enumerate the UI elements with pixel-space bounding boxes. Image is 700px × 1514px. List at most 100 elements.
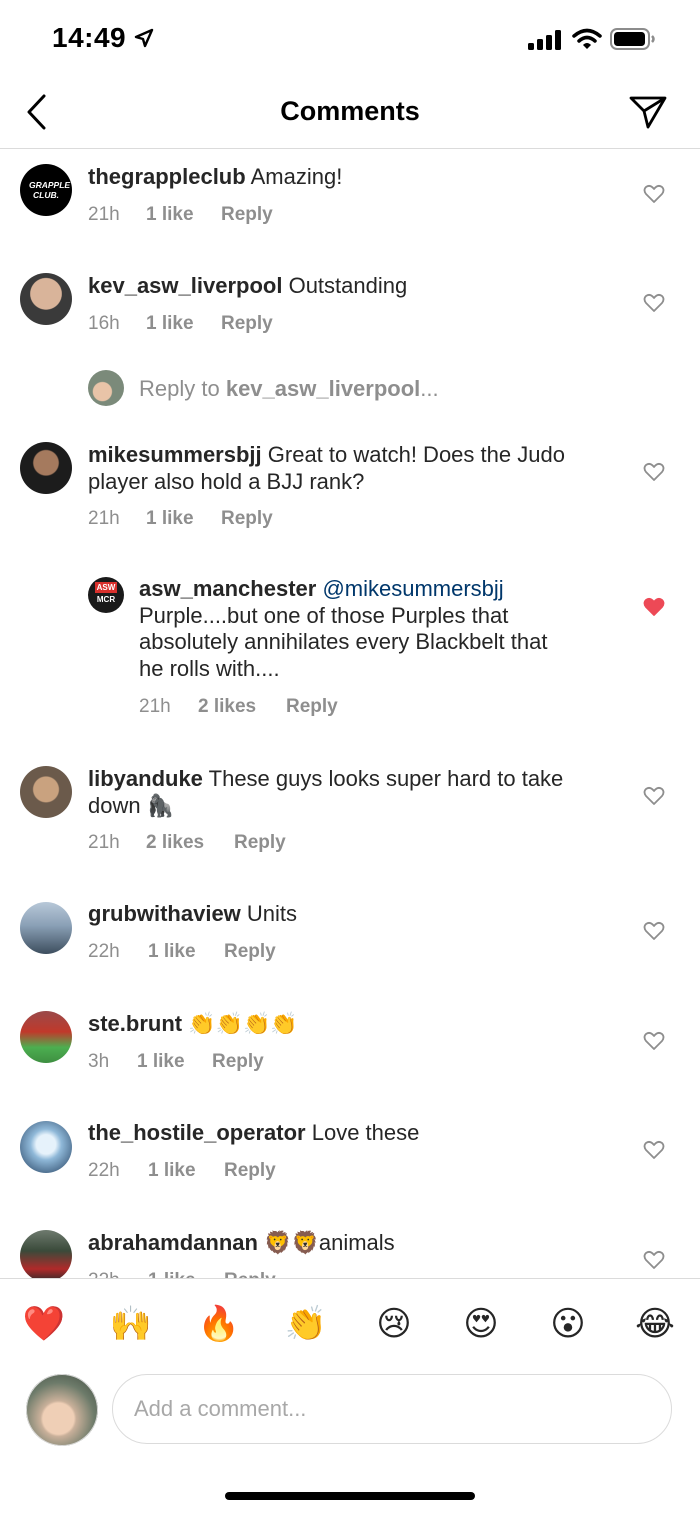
comment-body: abrahamdannan 🦁🦁animals bbox=[88, 1229, 395, 1256]
likes-count: 1 like bbox=[148, 941, 196, 962]
comment-username[interactable]: kev_asw_liverpool bbox=[88, 273, 282, 298]
comment-text: Amazing! bbox=[250, 164, 343, 189]
emoji-heart-button[interactable]: ❤️ bbox=[19, 1302, 69, 1346]
comment-text-line1: Great to watch! Does the Judo bbox=[267, 442, 565, 467]
comment-likes[interactable]: 1 like bbox=[148, 1160, 196, 1182]
likes-count: 1 like bbox=[146, 204, 194, 225]
mention-link[interactable]: @mikesummersbjj bbox=[322, 576, 503, 601]
comment-username[interactable]: grubwithaview bbox=[88, 901, 241, 926]
comment-username[interactable]: mikesummersbjj bbox=[88, 442, 262, 467]
reply-label: Reply bbox=[286, 696, 338, 717]
comment-text: Love these bbox=[311, 1120, 420, 1145]
comment-likes[interactable]: 1 like bbox=[148, 941, 196, 963]
reply-to-prompt[interactable]: Reply to kev_asw_liverpool... bbox=[139, 376, 439, 402]
avatar[interactable] bbox=[20, 442, 72, 494]
reply-text-line2: absolutely annihilates every Blackbelt t… bbox=[139, 629, 548, 654]
reply-username[interactable]: asw_manchester bbox=[139, 576, 316, 601]
avatar[interactable] bbox=[20, 1230, 72, 1282]
heart-outline-icon[interactable] bbox=[643, 786, 665, 806]
comment-likes[interactable]: 1 like bbox=[146, 508, 194, 530]
comment-body: grubwithaview Units bbox=[88, 900, 297, 927]
likes-count: 2 likes bbox=[146, 832, 205, 853]
avatar[interactable] bbox=[20, 1121, 72, 1173]
share-send-icon[interactable] bbox=[628, 94, 668, 130]
reply-button[interactable]: Reply bbox=[221, 204, 273, 226]
status-time: 14:49 bbox=[52, 22, 127, 53]
avatar[interactable] bbox=[20, 766, 72, 818]
reply-label: Reply bbox=[224, 1160, 276, 1181]
reply-button[interactable]: Reply bbox=[234, 832, 286, 854]
reply-text-line1: Purple....but one of those Purples that bbox=[139, 602, 509, 628]
reply-button[interactable]: Reply bbox=[221, 313, 273, 335]
likes-count: 1 like bbox=[137, 1051, 185, 1072]
avatar[interactable] bbox=[20, 273, 72, 325]
reply-label: Reply bbox=[224, 941, 276, 962]
comment-likes[interactable]: 2 likes bbox=[146, 832, 204, 854]
reply-body: asw_manchester @mikesummersbjj Purple...… bbox=[139, 576, 619, 682]
heart-outline-icon[interactable] bbox=[643, 1250, 665, 1270]
heart-outline-icon[interactable] bbox=[643, 462, 665, 482]
likes-count: 1 like bbox=[146, 508, 194, 529]
avatar-inner-ring bbox=[26, 1374, 98, 1446]
comment-text-line2: player also hold a BJJ rank? bbox=[88, 469, 365, 494]
home-indicator[interactable] bbox=[225, 1492, 475, 1500]
emoji-crying-button[interactable]: 😢 bbox=[369, 1302, 419, 1346]
comment-time: 22h bbox=[88, 1160, 120, 1181]
comment-input-placeholder: Add a comment... bbox=[134, 1396, 307, 1421]
comment-time: 21h bbox=[88, 508, 120, 529]
heart-outline-icon[interactable] bbox=[643, 184, 665, 204]
avatar[interactable] bbox=[20, 1011, 72, 1063]
reply-likes[interactable]: 2 likes bbox=[198, 696, 256, 718]
comment-likes[interactable]: 1 like bbox=[146, 313, 194, 335]
heart-outline-icon[interactable] bbox=[643, 293, 665, 313]
comment-username[interactable]: ste.brunt bbox=[88, 1011, 182, 1036]
battery-icon bbox=[610, 28, 655, 50]
my-avatar-small bbox=[88, 370, 124, 406]
emoji-fire-button[interactable]: 🔥 bbox=[194, 1302, 244, 1346]
reply-to-suffix: ... bbox=[420, 376, 439, 401]
heart-filled-icon[interactable] bbox=[643, 597, 665, 617]
likes-count: 1 like bbox=[146, 313, 194, 334]
comment-body: mikesummersbjj Great to watch! Does the … bbox=[88, 441, 618, 495]
comment-username[interactable]: abrahamdannan bbox=[88, 1230, 258, 1255]
avatar-logo-text: GRAPPLE CLUB. bbox=[29, 180, 71, 200]
avatar[interactable] bbox=[20, 902, 72, 954]
reply-label: Reply bbox=[221, 313, 273, 334]
heart-outline-icon[interactable] bbox=[643, 1140, 665, 1160]
reply-button[interactable]: Reply bbox=[212, 1051, 264, 1073]
wifi-icon bbox=[572, 28, 602, 49]
reply-text-line3: he rolls with.... bbox=[139, 655, 280, 681]
reply-button[interactable]: Reply bbox=[286, 696, 338, 718]
emoji-surprised-button[interactable]: 😮 bbox=[543, 1302, 593, 1346]
emoji-laughing-button[interactable]: 😂 bbox=[630, 1302, 680, 1346]
comment-likes[interactable]: 1 like bbox=[146, 204, 194, 226]
comment-time: 22h bbox=[88, 941, 120, 962]
reply-label: Reply bbox=[221, 204, 273, 225]
location-arrow-icon bbox=[134, 28, 154, 48]
heart-outline-icon[interactable] bbox=[643, 1031, 665, 1051]
comment-text-line2: down 🦍 bbox=[88, 793, 175, 818]
emoji-heart-eyes-button[interactable]: 😍 bbox=[456, 1302, 506, 1346]
emoji-clap-button[interactable]: 👏 bbox=[281, 1302, 331, 1346]
reply-button[interactable]: Reply bbox=[224, 941, 276, 963]
reply-button[interactable]: Reply bbox=[224, 1160, 276, 1182]
avatar[interactable]: ASW MCR bbox=[88, 577, 124, 613]
avatar-logo-bottom: MCR bbox=[96, 595, 116, 604]
comment-username[interactable]: the_hostile_operator bbox=[88, 1120, 306, 1145]
heart-outline-icon[interactable] bbox=[643, 921, 665, 941]
comment-body: libyanduke These guys looks super hard t… bbox=[88, 765, 618, 819]
comment-username[interactable]: thegrappleclub bbox=[88, 164, 246, 189]
my-avatar bbox=[26, 1374, 98, 1446]
avatar-logo-top: ASW bbox=[95, 582, 117, 593]
reply-button[interactable]: Reply bbox=[221, 508, 273, 530]
comment-username[interactable]: libyanduke bbox=[88, 766, 203, 791]
page-title: Comments bbox=[280, 96, 420, 126]
comment-body: kev_asw_liverpool Outstanding bbox=[88, 272, 407, 299]
comment-text-line1: These guys looks super hard to take bbox=[208, 766, 564, 791]
comment-text: Units bbox=[246, 901, 298, 926]
avatar[interactable]: GRAPPLE CLUB. bbox=[20, 164, 72, 216]
comment-likes[interactable]: 1 like bbox=[137, 1051, 185, 1073]
emoji-raised-hands-button[interactable]: 🙌 bbox=[106, 1302, 156, 1346]
reply-to-username: kev_asw_liverpool bbox=[225, 376, 421, 401]
comment-body: thegrappleclub Amazing! bbox=[88, 163, 342, 190]
